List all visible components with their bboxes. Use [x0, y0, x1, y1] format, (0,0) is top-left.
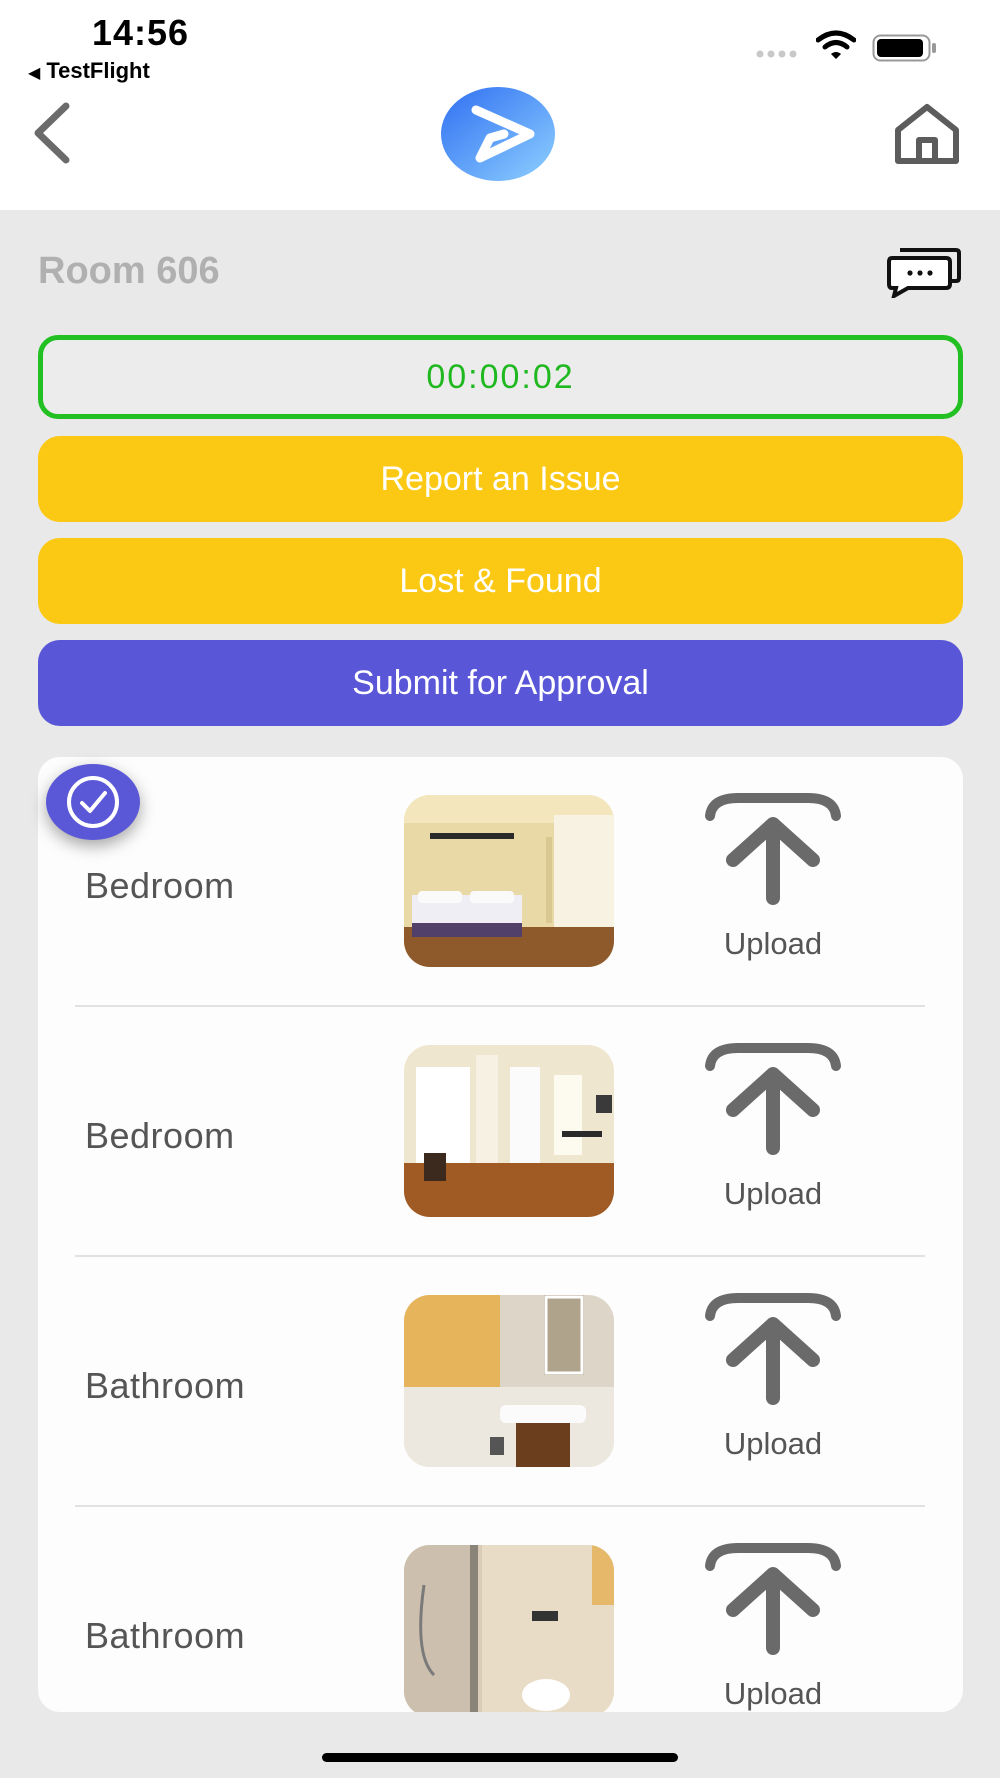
- upload-icon: [705, 1543, 841, 1655]
- upload-label: Upload: [723, 926, 823, 961]
- area-label: Bedroom: [85, 1115, 235, 1156]
- cleaning-timer: 00:00:02: [38, 335, 963, 419]
- area-photo-thumbnail[interactable]: [404, 795, 614, 967]
- upload-label: Upload: [723, 1176, 823, 1211]
- select-all-check-button[interactable]: [46, 764, 140, 840]
- chevron-left-icon[interactable]: [30, 100, 74, 166]
- area-label: Bedroom: [85, 865, 235, 906]
- play-logo-icon: [441, 87, 555, 181]
- check-circle-icon: [67, 776, 119, 828]
- report-issue-button[interactable]: Report an Issue: [38, 436, 963, 522]
- area-photo-thumbnail[interactable]: [404, 1295, 614, 1467]
- status-time: 14:56: [92, 12, 190, 53]
- area-photo-thumbnail[interactable]: [404, 1045, 614, 1217]
- home-indicator: [322, 1753, 678, 1762]
- upload-label: Upload: [723, 1426, 823, 1461]
- upload-button[interactable]: Upload: [698, 1542, 848, 1712]
- area-label: Bathroom: [85, 1615, 246, 1656]
- list-item: Bathroom Upload: [38, 1507, 963, 1712]
- back-to-app-link[interactable]: ◀ TestFlight: [28, 58, 150, 84]
- areas-list: Bedroom Upload Bedroom Upload Bathroom U…: [38, 757, 963, 1712]
- upload-icon: [705, 1043, 841, 1155]
- cellular-signal-icon: [756, 50, 797, 58]
- top-bar: 14:56 ◀ TestFlight: [0, 0, 1000, 210]
- home-icon[interactable]: [892, 102, 962, 166]
- upload-label: Upload: [723, 1676, 823, 1711]
- room-title: Room 606: [38, 250, 220, 292]
- lost-and-found-button[interactable]: Lost & Found: [38, 538, 963, 624]
- list-item: Bathroom Upload: [38, 1257, 963, 1507]
- back-app-label: TestFlight: [46, 58, 150, 83]
- list-item: Bedroom Upload: [38, 757, 963, 1007]
- list-item: Bedroom Upload: [38, 1007, 963, 1257]
- battery-icon: [872, 34, 936, 62]
- wifi-icon: [816, 30, 856, 59]
- area-photo-thumbnail[interactable]: [404, 1545, 614, 1712]
- chat-bubbles-icon[interactable]: [886, 244, 962, 298]
- area-label: Bathroom: [85, 1365, 246, 1406]
- upload-button[interactable]: Upload: [698, 1042, 848, 1217]
- submit-for-approval-button[interactable]: Submit for Approval: [38, 640, 963, 726]
- upload-icon: [705, 1293, 841, 1405]
- back-triangle-icon: ◀: [28, 65, 41, 82]
- upload-button[interactable]: Upload: [698, 792, 848, 967]
- upload-button[interactable]: Upload: [698, 1292, 848, 1467]
- upload-icon: [705, 793, 841, 905]
